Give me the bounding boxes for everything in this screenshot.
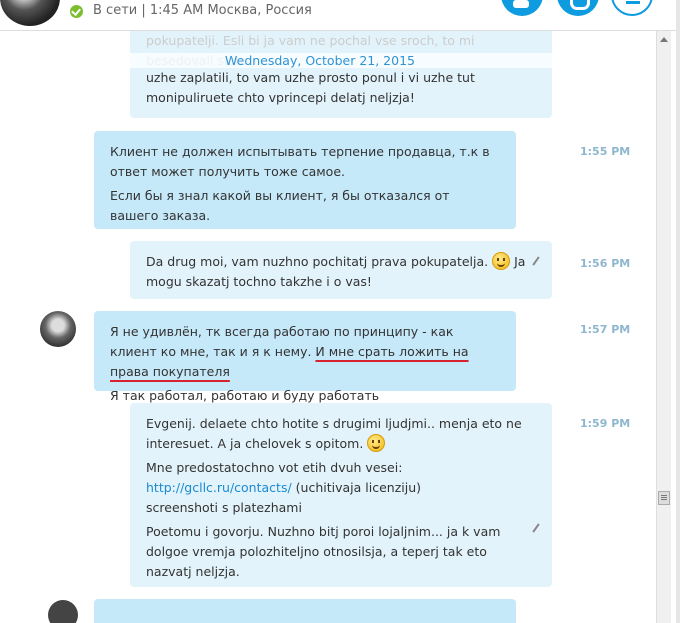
contact-avatar[interactable]	[48, 600, 78, 623]
message-text: Если бы я знал какой вы клиент, я бы отк…	[110, 188, 450, 223]
date-separator: Wednesday, October 21, 2015	[0, 53, 640, 68]
audio-call-button[interactable]	[557, 0, 599, 16]
local-time-location: 1:45 AM Москва, Россия	[149, 3, 312, 18]
message-text-part: Evgenij. delaete chto hotite s drugimi l…	[146, 416, 522, 451]
message-text: Da drug moi, vam nuzhno pochitatj prava …	[146, 252, 536, 292]
online-status-icon	[70, 5, 83, 18]
message-timestamp: 1:56 PM	[580, 257, 631, 270]
message-text: Я не удивлён, тк всегда работаю по принц…	[110, 322, 500, 382]
smile-emoticon-icon	[492, 252, 511, 270]
contact-avatar[interactable]	[40, 311, 76, 347]
smile-emoticon-icon	[367, 434, 386, 452]
message-text-part: Da drug moi, vam nuzhno pochitatj prava …	[146, 254, 489, 269]
chat-scrollbar[interactable]	[656, 31, 671, 623]
message-bubble-outgoing[interactable]: Evgenij. delaete chto hotite s drugimi l…	[130, 403, 552, 587]
status-label: В сети	[93, 3, 138, 18]
message-line: uzhe zaplatili, to vam uzhe prosto ponul…	[146, 70, 475, 85]
message-line: Mne predostatochno vot etih dvuh vesei:	[146, 460, 403, 475]
message-bubble-outgoing[interactable]: Da drug moi, vam nuzhno pochitatj prava …	[130, 241, 552, 299]
message-bubble-incoming[interactable]: Я не удивлён, тк всегда работаю по принц…	[94, 311, 516, 403]
message-line: screenshoti s platezhami	[146, 500, 302, 515]
video-call-button[interactable]	[501, 0, 543, 16]
message-timestamp: 1:57 PM	[580, 323, 631, 336]
message-history[interactable]: pokupatelji. Esli bi ja vam ne pochal vs…	[0, 31, 660, 623]
message-link[interactable]: http://gcllc.ru/contacts/	[146, 480, 292, 495]
message-bubble-partial[interactable]: pokupatelji. Esli bi ja vam ne pochal vs…	[130, 31, 552, 118]
message-text: uzhe zaplatili, to vam uzhe prosto ponul…	[146, 68, 475, 108]
scrollbar-thumb[interactable]	[658, 491, 670, 505]
message-text: Poetomu i govorju. Nuzhno bitj poroi loj…	[146, 524, 501, 579]
message-bubble-incoming[interactable]: Клиент не должен испытывать терпение про…	[94, 131, 516, 229]
conversation-header: В сети | 1:45 AM Москва, Россия	[0, 0, 680, 30]
message-text-part: (uchitivaja licenziju)	[295, 480, 421, 495]
status-line: В сети | 1:45 AM Москва, Россия	[93, 3, 312, 18]
message-timestamp: 1:59 PM	[580, 417, 631, 430]
message-timestamp: 1:55 PM	[580, 145, 631, 158]
faded-line: pokupatelji. Esli bi ja vam ne pochal vs…	[146, 33, 475, 48]
contact-header-avatar[interactable]	[0, 0, 60, 26]
message-line: monipuliruete chto vprincepi delatj nelj…	[146, 90, 415, 105]
add-participant-button[interactable]	[611, 0, 653, 16]
message-bubble-incoming[interactable]	[94, 599, 516, 623]
message-text: Mne predostatochno vot etih dvuh vesei: …	[146, 458, 536, 518]
window-edge	[676, 0, 680, 623]
message-text: Клиент не должен испытывать терпение про…	[110, 144, 490, 179]
scroll-up-arrow-icon[interactable]	[660, 37, 668, 42]
message-text: Evgenij. delaete chto hotite s drugimi l…	[146, 414, 536, 454]
skype-conversation-window: В сети | 1:45 AM Москва, Россия pokupate…	[0, 0, 680, 623]
status-separator: |	[141, 3, 150, 18]
